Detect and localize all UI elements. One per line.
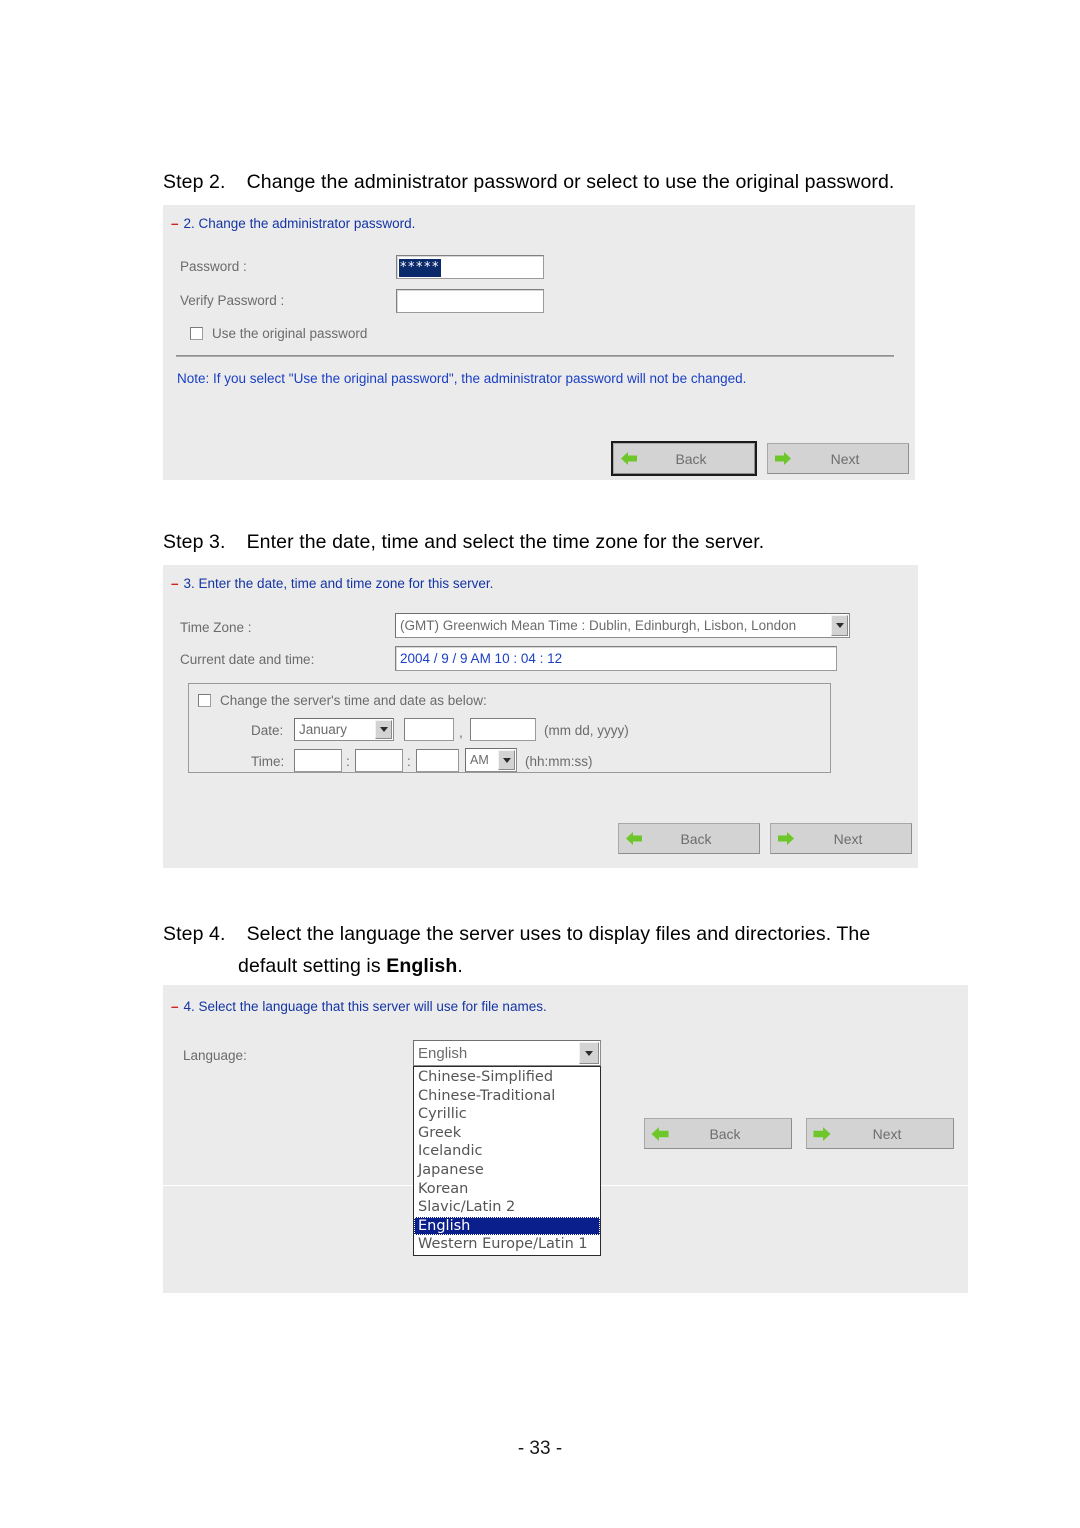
- list-item-selected[interactable]: English: [414, 1216, 600, 1236]
- panel4-title: 4. Select the language that this server …: [183, 999, 547, 1014]
- list-item[interactable]: Cyrillic: [414, 1105, 600, 1124]
- back-button[interactable]: Back: [618, 823, 760, 854]
- list-item[interactable]: Korean: [414, 1180, 600, 1199]
- time-label: Time:: [251, 754, 285, 769]
- hour-input[interactable]: [294, 749, 342, 772]
- month-selected-value: January: [299, 722, 348, 737]
- change-datetime-label: Change the server's time and date as bel…: [220, 693, 487, 708]
- verify-password-label: Verify Password :: [180, 293, 285, 308]
- chevron-down-icon[interactable]: [579, 1042, 599, 1064]
- current-datetime-input[interactable]: 2004 / 9 / 9 AM 10 : 04 : 12: [395, 646, 837, 671]
- next-button[interactable]: Next: [767, 443, 909, 474]
- language-option-list[interactable]: Chinese-Simplified Chinese-Traditional C…: [413, 1066, 601, 1256]
- panel4-title-row: –4. Select the language that this server…: [171, 999, 547, 1014]
- list-item[interactable]: Slavic/Latin 2: [414, 1198, 600, 1217]
- step4-heading-line1: Select the language the server uses to d…: [246, 923, 871, 945]
- step4-heading-line2-pre: default setting is: [238, 955, 387, 977]
- arrow-left-icon: [645, 1126, 675, 1142]
- timezone-select[interactable]: (GMT) Greenwich Mean Time : Dublin, Edin…: [395, 613, 850, 638]
- arrow-left-icon: [619, 831, 649, 846]
- back-button[interactable]: Back: [611, 441, 757, 476]
- next-button-label: Next: [830, 450, 860, 467]
- next-button[interactable]: Next: [806, 1118, 954, 1149]
- day-input[interactable]: [404, 718, 454, 741]
- month-select[interactable]: January: [294, 718, 394, 741]
- panel-change-password: –2. Change the administrator password. P…: [163, 205, 915, 480]
- step4-default-language: English: [386, 955, 458, 977]
- arrow-right-icon: [771, 831, 801, 846]
- time-colon-1: :: [346, 754, 350, 769]
- arrow-right-icon: [768, 451, 798, 466]
- password-input[interactable]: *****: [396, 255, 544, 279]
- password-label: Password :: [180, 259, 247, 274]
- list-item[interactable]: Japanese: [414, 1161, 600, 1180]
- step2-heading-prefix: Step 2.: [163, 171, 226, 193]
- next-button-label: Next: [872, 1125, 902, 1142]
- collapse-minus-icon[interactable]: –: [171, 216, 179, 231]
- step2-heading: Step 2. Change the administrator passwor…: [163, 166, 894, 198]
- list-item[interactable]: Western Europe/Latin 1: [414, 1235, 600, 1254]
- list-item[interactable]: Greek: [414, 1124, 600, 1143]
- meridiem-selected-value: AM: [470, 753, 489, 767]
- back-button-label: Back: [675, 450, 707, 467]
- chevron-down-icon[interactable]: [375, 720, 392, 739]
- step3-heading-prefix: Step 3.: [163, 531, 226, 553]
- arrow-left-icon: [614, 451, 644, 466]
- timezone-selected-value: (GMT) Greenwich Mean Time : Dublin, Edin…: [400, 618, 797, 633]
- step3-heading-text: Enter the date, time and select the time…: [246, 531, 765, 553]
- panel3-title: 3. Enter the date, time and time zone fo…: [183, 576, 494, 591]
- language-selected-value: English: [418, 1044, 468, 1062]
- password-value: *****: [399, 259, 441, 277]
- panel3-title-row: –3. Enter the date, time and time zone f…: [171, 576, 493, 591]
- next-button-label: Next: [833, 830, 863, 847]
- list-item[interactable]: Chinese-Simplified: [414, 1068, 600, 1087]
- step4-heading-line2: default setting is English.: [163, 950, 963, 982]
- panel-language: –4. Select the language that this server…: [163, 985, 968, 1293]
- back-button[interactable]: Back: [644, 1118, 792, 1149]
- change-datetime-group: Change the server's time and date as bel…: [188, 683, 831, 773]
- use-original-password-label: Use the original password: [212, 326, 368, 341]
- current-datetime-value: 2004 / 9 / 9 AM 10 : 04 : 12: [400, 651, 563, 666]
- list-item[interactable]: Icelandic: [414, 1142, 600, 1161]
- step4-heading: Step 4. Select the language the server u…: [163, 918, 963, 982]
- date-label: Date:: [251, 723, 284, 738]
- use-original-password-checkbox[interactable]: [190, 327, 203, 340]
- change-datetime-checkbox[interactable]: [198, 694, 211, 707]
- date-comma: ,: [459, 725, 463, 740]
- panel2-title: 2. Change the administrator password.: [183, 216, 416, 231]
- divider: [176, 355, 894, 357]
- chevron-down-icon[interactable]: [831, 615, 848, 636]
- language-select[interactable]: English: [413, 1040, 601, 1066]
- time-format-hint: (hh:mm:ss): [525, 754, 593, 769]
- step4-heading-prefix: Step 4.: [163, 923, 226, 945]
- step3-heading: Step 3. Enter the date, time and select …: [163, 526, 764, 558]
- step4-heading-line2-post: .: [457, 955, 463, 977]
- verify-password-input[interactable]: [396, 289, 544, 313]
- arrow-right-icon: [807, 1126, 837, 1142]
- password-note: Note: If you select "Use the original pa…: [177, 371, 747, 386]
- back-button-label: Back: [680, 830, 712, 847]
- second-input[interactable]: [416, 749, 459, 772]
- back-button-label: Back: [709, 1125, 741, 1142]
- meridiem-select[interactable]: AM: [465, 748, 517, 772]
- next-button[interactable]: Next: [770, 823, 912, 854]
- time-colon-2: :: [407, 754, 411, 769]
- collapse-minus-icon[interactable]: –: [171, 576, 179, 591]
- collapse-minus-icon[interactable]: –: [171, 999, 179, 1014]
- year-input[interactable]: [470, 718, 536, 741]
- document-page: Step 2. Change the administrator passwor…: [0, 0, 1080, 1528]
- list-item[interactable]: Chinese-Traditional: [414, 1087, 600, 1106]
- panel-date-time: –3. Enter the date, time and time zone f…: [163, 565, 918, 868]
- language-label: Language:: [183, 1048, 247, 1063]
- date-format-hint: (mm dd, yyyy): [544, 723, 629, 738]
- minute-input[interactable]: [355, 749, 403, 772]
- page-number: - 33 -: [517, 1438, 563, 1459]
- step2-heading-text: Change the administrator password or sel…: [246, 171, 895, 193]
- current-datetime-label: Current date and time:: [180, 652, 315, 667]
- chevron-down-icon[interactable]: [498, 750, 515, 770]
- timezone-label: Time Zone :: [180, 620, 252, 635]
- panel2-title-row: –2. Change the administrator password.: [171, 216, 415, 231]
